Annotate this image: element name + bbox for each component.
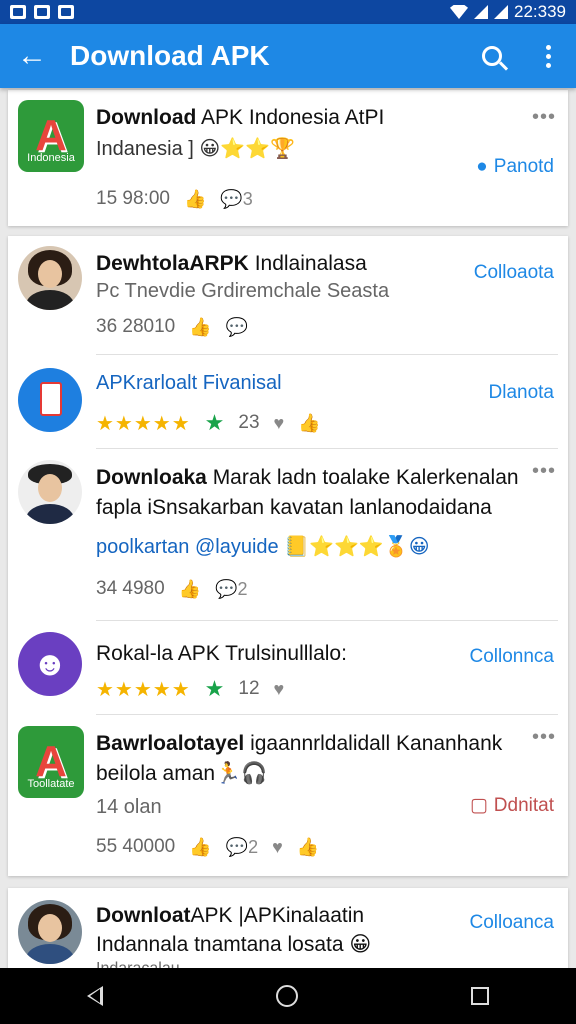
- divider: [96, 448, 558, 449]
- like-icon[interactable]: 👍: [179, 579, 201, 600]
- item-title: Rokal-la APK Trulsinulllalo:: [96, 642, 347, 665]
- avatar: [18, 900, 82, 964]
- signal-icon: [474, 5, 488, 19]
- photo-notification-icon: [34, 5, 50, 19]
- app-icon-purple: ☻: [18, 632, 82, 696]
- comment-icon[interactable]: 💬2: [226, 837, 258, 858]
- like-icon[interactable]: 👍: [189, 317, 211, 338]
- item-action-link[interactable]: Dlanota: [489, 382, 555, 404]
- nav-back-icon[interactable]: [86, 986, 103, 1006]
- app-icon-blue: [18, 368, 82, 432]
- back-button[interactable]: ←: [0, 24, 64, 88]
- nav-home-icon[interactable]: [275, 985, 298, 1007]
- item-tags: poolkartan @layuide 📒⭐⭐⭐🏅😀: [96, 536, 430, 558]
- thumbs-up-icon[interactable]: 👍: [298, 413, 320, 434]
- more-options-icon[interactable]: •••: [532, 106, 556, 129]
- wifi-icon: [450, 5, 468, 19]
- card-subtitle: Indannala tnamtana losata 😀: [96, 933, 372, 956]
- report-icon: ▢: [469, 795, 488, 816]
- item-title: Downloaka Marak ladn toalake Kalerkenala…: [96, 466, 519, 489]
- like-icon[interactable]: 👍: [184, 189, 206, 210]
- item-subtitle: beilola aman🏃🎧: [96, 762, 268, 785]
- card-stats: 15 98:00 👍 💬3: [96, 188, 253, 210]
- comment-icon[interactable]: 💬2: [215, 579, 247, 600]
- item-action-link[interactable]: Colloaota: [474, 262, 554, 284]
- item-stats: 36 28010 👍 💬: [96, 316, 249, 338]
- search-icon: [482, 46, 502, 66]
- item-subtitle: Pc Tnevdie Grdiremchale Seasta: [96, 280, 390, 302]
- search-button[interactable]: [464, 24, 520, 88]
- item-rating: ★★★★★ ★ 12 ♥: [96, 676, 285, 701]
- back-arrow-icon: ←: [17, 39, 47, 72]
- comment-icon[interactable]: 💬3: [220, 189, 252, 210]
- system-nav-bar: [0, 968, 576, 1024]
- signal-icon-2: [494, 5, 508, 19]
- item-action-link[interactable]: Collonnca: [470, 646, 555, 668]
- nav-recents-icon[interactable]: [471, 987, 490, 1005]
- comment-icon[interactable]: 💬: [226, 317, 248, 338]
- more-options-icon[interactable]: •••: [532, 460, 556, 483]
- divider: [96, 354, 558, 355]
- card-action-link[interactable]: Colloanca: [470, 912, 555, 934]
- status-time: 22:339: [514, 2, 566, 21]
- page-title: Download APK: [70, 40, 270, 71]
- heart-icon[interactable]: ♥: [274, 679, 285, 700]
- green-star-icon: ★: [204, 676, 225, 701]
- messenger-icon: ●: [476, 156, 488, 177]
- message-notification-icon: [58, 5, 74, 19]
- heart-icon[interactable]: ♥: [272, 837, 283, 858]
- notification-icon: [10, 5, 26, 19]
- avatar: [18, 246, 82, 310]
- list-card: DewhtolaARPK Indlainalasa Pc Tnevdie Grd…: [8, 236, 568, 876]
- card-subtitle: Indanesia ] 😀⭐⭐🏆: [96, 138, 295, 160]
- feed[interactable]: A Indonesia Download APK Indonesia AtPI …: [0, 88, 576, 968]
- more-options-icon[interactable]: •••: [532, 726, 556, 749]
- card-peek-text: Indaracalau: [96, 960, 180, 968]
- item-subtitle: fapla iSnsakarban kavatan lanlanodaidana: [96, 496, 492, 519]
- item-stats: 55 40000 👍 💬2 ♥ 👍: [96, 836, 320, 858]
- card-title: Download APK Indonesia AtPI: [96, 106, 385, 129]
- heart-icon[interactable]: ♥: [274, 413, 285, 434]
- app-icon-indonesia: A Indonesia: [18, 100, 84, 172]
- card-action-link[interactable]: ● Panotd: [476, 156, 554, 178]
- avatar: [18, 460, 82, 524]
- thumbs-up-icon[interactable]: 👍: [297, 837, 319, 858]
- item-stats: 34 4980 👍 💬2: [96, 578, 248, 600]
- status-bar: 22:339: [0, 0, 576, 24]
- like-icon[interactable]: 👍: [189, 837, 211, 858]
- rating-stars: ★★★★★: [96, 678, 191, 701]
- card-title: DownloatAPK |APKinalaatin: [96, 904, 365, 927]
- mascot-icon: ☻: [32, 644, 68, 683]
- item-meta: 14 olan: [96, 796, 162, 818]
- more-vert-icon: [545, 44, 551, 68]
- rating-stars: ★★★★★: [96, 412, 191, 435]
- bottom-card[interactable]: DownloatAPK |APKinalaatin Indannala tnam…: [8, 888, 568, 968]
- divider: [96, 714, 558, 715]
- app-bar: ← Download APK: [0, 24, 576, 88]
- app-icon-green: A Toollatate: [18, 726, 84, 798]
- overflow-menu-button[interactable]: [520, 24, 576, 88]
- item-rating: ★★★★★ ★ 23 ♥ 👍: [96, 410, 321, 435]
- item-action-link[interactable]: ▢ Ddnitat: [470, 794, 554, 817]
- divider: [96, 620, 558, 621]
- item-title: APKrarloalt Fivanisal: [96, 372, 282, 394]
- featured-card[interactable]: A Indonesia Download APK Indonesia AtPI …: [8, 90, 568, 226]
- green-star-icon: ★: [204, 410, 225, 435]
- item-title: Bawrloalotayel igaannrldalidall Kananhan…: [96, 732, 503, 755]
- item-title: DewhtolaARPK Indlainalasa: [96, 252, 367, 275]
